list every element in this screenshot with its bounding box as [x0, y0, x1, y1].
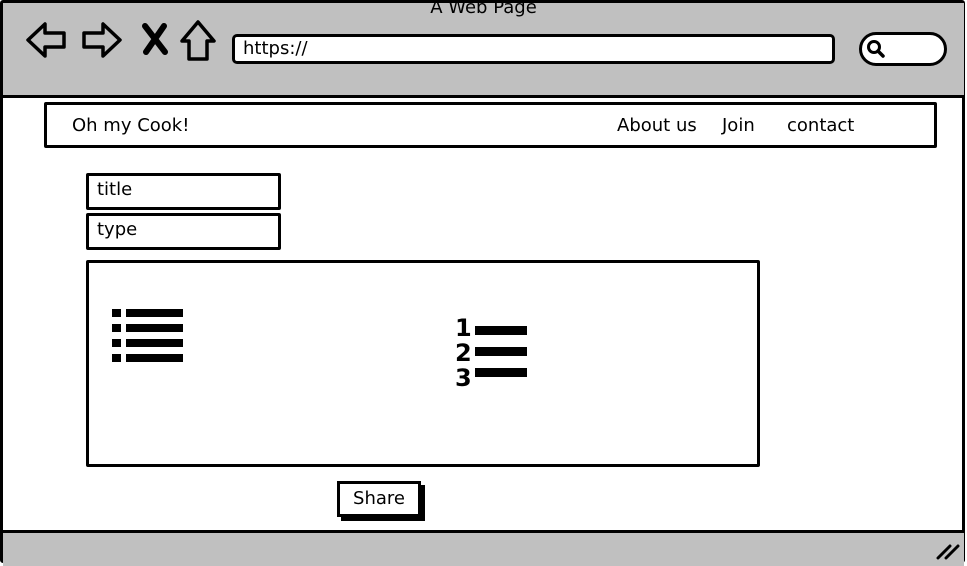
forward-icon[interactable]	[81, 20, 123, 64]
type-field[interactable]: type	[86, 213, 281, 250]
svg-text:1: 1	[455, 314, 472, 342]
bulleted-list-icon[interactable]	[110, 307, 186, 371]
browser-search-box[interactable]	[859, 32, 947, 66]
nav-link-about-us[interactable]: About us	[617, 115, 697, 136]
share-button[interactable]: Share	[337, 481, 421, 517]
home-icon[interactable]	[179, 19, 217, 67]
search-icon	[867, 40, 885, 58]
svg-text:3: 3	[455, 364, 472, 390]
nav-link-join[interactable]: Join	[722, 115, 755, 136]
numbered-list-icon[interactable]: 1 2 3	[455, 314, 535, 394]
site-brand[interactable]: Oh my Cook!	[72, 115, 189, 136]
title-field[interactable]: title	[86, 173, 281, 210]
browser-chrome: A Web Page https://	[3, 0, 964, 98]
window-title: A Web Page	[430, 0, 537, 18]
url-input[interactable]: https://	[232, 34, 835, 64]
nav-link-contact[interactable]: contact	[787, 115, 854, 136]
site-navbar: Oh my Cook! About us Join contact	[44, 102, 937, 148]
browser-window: A Web Page https:// Oh my Cook! About us…	[0, 0, 965, 566]
status-bar	[3, 530, 964, 566]
svg-text:2: 2	[455, 339, 472, 367]
back-icon[interactable]	[25, 20, 67, 64]
resize-grip-icon[interactable]	[936, 540, 960, 564]
close-icon[interactable]	[141, 22, 169, 60]
recipe-editor[interactable]: 1 2 3	[86, 260, 760, 467]
